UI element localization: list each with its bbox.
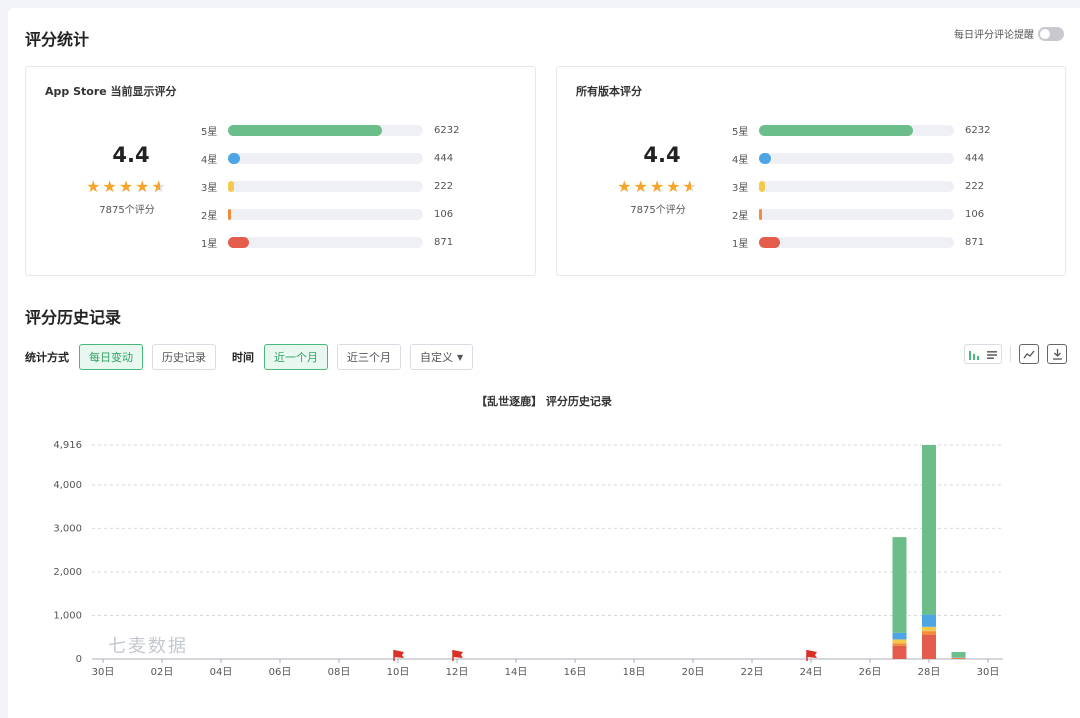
- stacked-bar-segment: [892, 537, 907, 633]
- x-tick-label: 28日: [918, 667, 941, 678]
- stacked-bar-segment: [892, 643, 907, 646]
- x-tick-label: 30日: [92, 667, 115, 678]
- y-tick-label: 4,916: [53, 440, 82, 451]
- x-tick-label: 26日: [859, 667, 882, 678]
- x-tick-label: 04日: [210, 667, 233, 678]
- stacked-bar-segment: [951, 657, 966, 658]
- x-tick-label: 20日: [682, 667, 705, 678]
- stacked-bar-segment: [951, 652, 966, 658]
- x-tick-label: 22日: [741, 667, 764, 678]
- stacked-bar-segment: [922, 634, 936, 659]
- version-flag-icon: [807, 650, 817, 658]
- stacked-bar-segment: [892, 645, 907, 659]
- stacked-bar-segment: [922, 631, 936, 635]
- y-tick-label: 0: [76, 654, 82, 665]
- stacked-bar-segment: [892, 639, 907, 644]
- stacked-bar-segment: [922, 614, 936, 627]
- stacked-bar-segment: [951, 657, 966, 659]
- x-tick-label: 14日: [505, 667, 528, 678]
- x-tick-label: 08日: [328, 667, 351, 678]
- stacked-bar-segment: [892, 632, 907, 640]
- x-tick-label: 18日: [623, 667, 646, 678]
- y-tick-label: 1,000: [53, 610, 82, 621]
- x-tick-label: 02日: [151, 667, 174, 678]
- y-tick-label: 2,000: [53, 567, 82, 578]
- x-tick-label: 30日: [977, 667, 1000, 678]
- version-flag-icon: [453, 650, 463, 658]
- stacked-bar-segment: [922, 445, 936, 615]
- stacked-bar-segment: [922, 626, 936, 632]
- x-tick-label: 12日: [446, 667, 469, 678]
- y-tick-label: 3,000: [53, 523, 82, 534]
- rating-history-chart: 0 1,000 2,000 3,000 4,000 4,916 30日 02日 04日 06日 08…: [53, 440, 1003, 678]
- x-tick-label: 10日: [387, 667, 410, 678]
- x-tick-label: 06日: [269, 667, 292, 678]
- y-tick-label: 4,000: [53, 480, 82, 491]
- version-flag-icon: [394, 650, 404, 658]
- x-tick-label: 16日: [564, 667, 587, 678]
- x-tick-label: 24日: [800, 667, 823, 678]
